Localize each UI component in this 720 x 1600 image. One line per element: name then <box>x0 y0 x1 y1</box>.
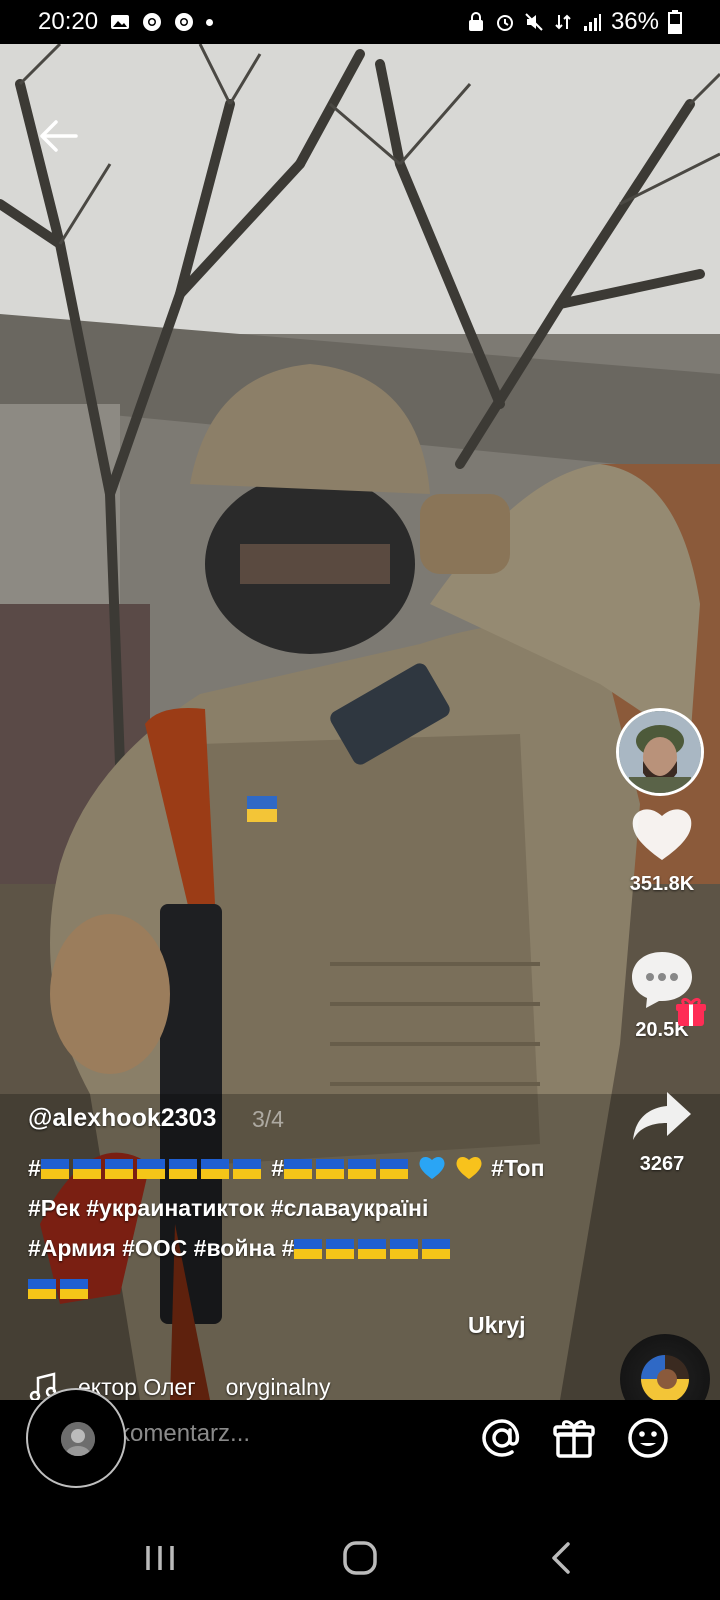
like-button[interactable]: 351.8K <box>622 804 702 896</box>
signal-icon <box>583 14 601 31</box>
recent-apps-icon[interactable] <box>140 1538 180 1578</box>
status-bar: 20:20 36% <box>0 0 720 44</box>
ukraine-flag-icon <box>358 1239 387 1259</box>
battery-percent: 36% <box>610 8 659 35</box>
gallery-icon <box>111 15 130 29</box>
creator-avatar-image <box>619 711 701 793</box>
ukraine-flag-icon <box>347 1159 376 1179</box>
video-caption[interactable]: # # #Топ #Рек #украинатикток #славаукраї… <box>28 1148 548 1308</box>
notification-dot-icon <box>206 18 214 26</box>
ukraine-flag-icon <box>390 1239 419 1259</box>
mute-icon <box>525 13 543 31</box>
ukraine-flag-icon <box>104 1159 133 1179</box>
ukraine-flag-icon <box>136 1159 165 1179</box>
home-icon[interactable] <box>340 1538 380 1578</box>
caption-line-1: # # #Топ <box>28 1155 545 1181</box>
hide-caption-button[interactable]: Ukryj <box>468 1312 526 1339</box>
music-title: oryginalny <box>225 1373 331 1400</box>
flag-emoji-group <box>294 1235 454 1261</box>
flag-emoji-group <box>283 1155 412 1181</box>
back-nav-icon[interactable] <box>542 1538 582 1578</box>
creator-username[interactable]: @alexhook2303 <box>28 1104 216 1133</box>
ukraine-flag-icon <box>200 1159 229 1179</box>
system-navigation-bar <box>0 1520 720 1600</box>
caption-line-3: #Армия #ООС #война # <box>28 1228 548 1268</box>
ukraine-flag-icon <box>168 1159 197 1179</box>
heart-icon <box>632 809 692 860</box>
ukraine-flag-icon <box>72 1159 101 1179</box>
yellow-heart-icon <box>456 1157 482 1179</box>
caption-tag-top: #Топ <box>491 1155 545 1181</box>
lock-icon <box>468 12 483 31</box>
share-button[interactable]: 3267 <box>622 1088 702 1176</box>
user-avatar-image <box>61 1422 95 1456</box>
ukraine-flag-icon <box>326 1239 355 1259</box>
ukraine-flag-icon <box>40 1159 69 1179</box>
emoji-icon[interactable] <box>626 1416 670 1460</box>
ukraine-flag-icon <box>232 1159 261 1179</box>
creator-avatar[interactable] <box>616 708 704 796</box>
like-count: 351.8K <box>629 873 695 895</box>
ukraine-flag-icon <box>315 1159 344 1179</box>
caption-line-4 <box>28 1268 548 1308</box>
gift-badge-icon[interactable] <box>676 996 706 1028</box>
data-icon <box>555 14 571 30</box>
ukraine-flag-icon <box>60 1279 88 1299</box>
share-arrow-icon <box>633 1092 691 1140</box>
status-time: 20:20 <box>38 8 99 35</box>
caption-line-2: #Рек #украинатикток #славаукраїні <box>28 1195 429 1221</box>
blue-heart-icon <box>419 1157 445 1179</box>
ukraine-flag-icon <box>379 1159 408 1179</box>
ukraine-flag-icon <box>283 1159 312 1179</box>
ukraine-flag-icon <box>28 1279 56 1299</box>
ukraine-flag-icon <box>422 1239 451 1259</box>
flag-emoji-group <box>28 1275 92 1301</box>
chrome-icon <box>143 13 162 31</box>
alarm-icon <box>496 15 513 31</box>
battery-icon <box>668 10 682 34</box>
user-avatar[interactable] <box>26 1388 126 1488</box>
music-disc-cover <box>641 1355 689 1400</box>
mention-at-icon[interactable] <box>480 1416 524 1460</box>
chrome-icon <box>175 13 194 31</box>
gift-icon[interactable] <box>552 1416 596 1460</box>
comment-bar: komentarz... <box>0 1388 720 1520</box>
caption-line-3-text: #Армия #ООС #война # <box>28 1235 295 1261</box>
back-arrow-icon[interactable] <box>36 114 80 158</box>
comment-input[interactable]: komentarz... <box>118 1420 250 1448</box>
flag-emoji-group <box>40 1155 265 1181</box>
photo-page-indicator: 3/4 <box>252 1106 284 1132</box>
ukraine-flag-icon <box>294 1239 323 1259</box>
video-player[interactable]: 351.8K 20.5K 3267 @alexhook2303 3/4 # # … <box>0 44 720 1400</box>
share-count: 3267 <box>639 1153 685 1175</box>
